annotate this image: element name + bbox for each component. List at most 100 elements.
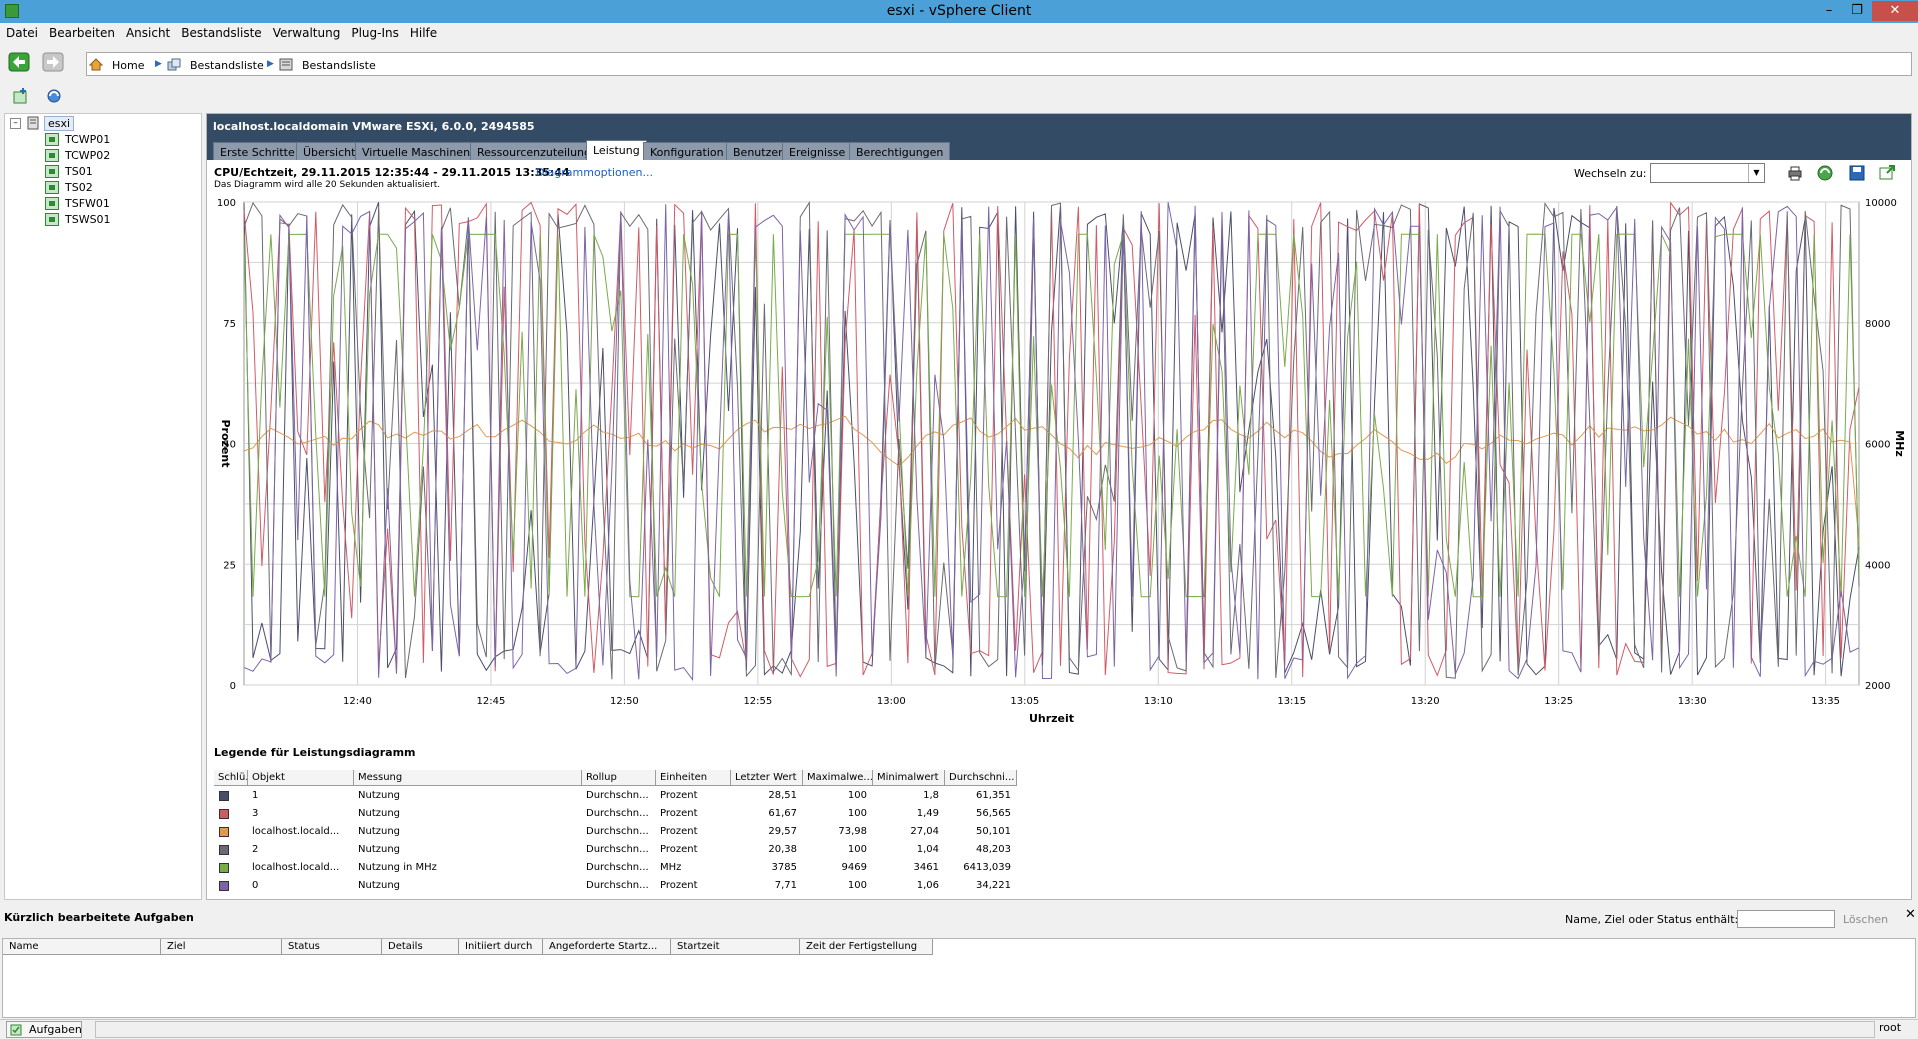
save-icon[interactable] (1848, 164, 1866, 182)
tree-vm-ts01[interactable]: TS01 (65, 165, 93, 178)
tasks-col-name[interactable]: Name (3, 939, 161, 955)
y2-tick-label: 6000 (1865, 440, 1890, 451)
menu-datei[interactable]: Datei (0, 23, 43, 40)
x-tick-label: 13:15 (1277, 696, 1306, 707)
legend-cell-unit: Prozent (660, 826, 698, 837)
print-icon[interactable] (1786, 164, 1804, 182)
legend-col-max[interactable]: Maximalwe... (803, 770, 873, 786)
chevron-down-icon: ▼ (1748, 164, 1764, 182)
menu-hilfe[interactable]: Hilfe (404, 23, 442, 40)
tree-vm-tsfw01[interactable]: TSFW01 (65, 197, 110, 210)
tasks-col-target[interactable]: Ziel (161, 939, 282, 955)
breadcrumb-current[interactable]: Bestandsliste (302, 59, 376, 72)
x-axis-label: Uhrzeit (1029, 712, 1074, 725)
legend-col-object[interactable]: Objekt (248, 770, 354, 786)
home-icon (89, 58, 103, 71)
tab-ereignisse[interactable]: Ereignisse (782, 142, 853, 160)
legend-cell-object: 3 (252, 808, 259, 819)
legend-cell-rollup: Durchschn... (586, 862, 649, 873)
tab-ressourcenzuteilung[interactable]: Ressourcenzuteilung (470, 142, 599, 160)
tab-konfiguration[interactable]: Konfiguration (643, 142, 731, 160)
menu-bearbeiten[interactable]: Bearbeiten (43, 23, 120, 40)
tree-collapse-toggle[interactable]: – (10, 118, 21, 129)
tab-benutzer[interactable]: Benutzer (726, 142, 790, 160)
breadcrumb-inventory[interactable]: Bestandsliste (190, 59, 264, 72)
clear-filter-button[interactable]: Löschen (1843, 913, 1888, 926)
legend-cell-unit: Prozent (660, 844, 698, 855)
tasks-button[interactable]: Aufgaben (6, 1021, 82, 1038)
forward-arrow-icon[interactable] (42, 52, 64, 72)
vm-icon (45, 197, 59, 210)
vm-icon (45, 165, 59, 178)
switch-to-select[interactable]: ▼ (1650, 163, 1765, 183)
tasks-col-requested-start[interactable]: Angeforderte Startz... (543, 939, 671, 955)
legend-col-avg[interactable]: Durchschni... (945, 770, 1017, 786)
legend-cell-max: 73,98 (838, 826, 867, 837)
legend-color-swatch (219, 881, 229, 891)
task-filter-label[interactable]: Name, Ziel oder Status enthält: ▾ (1565, 913, 1747, 926)
menu-ansicht[interactable]: Ansicht (120, 23, 175, 40)
menu-verwaltung[interactable]: Verwaltung (267, 23, 346, 40)
tasks-col-status[interactable]: Status (282, 939, 382, 955)
inventory-tree: – esxi TCWP01 TCWP02 TS01 TS02 TSFW01 TS… (4, 113, 202, 900)
legend-col-measure[interactable]: Messung (354, 770, 582, 786)
legend-cell-avg: 56,565 (976, 808, 1011, 819)
tasks-button-label: Aufgaben (29, 1023, 82, 1036)
tasks-col-completed[interactable]: Zeit der Fertigstellung (800, 939, 933, 955)
legend-cell-unit: MHz (660, 862, 682, 873)
maximize-button[interactable]: ❐ (1844, 1, 1870, 21)
legend-cell-rollup: Durchschn... (586, 790, 649, 801)
legend-cell-max: 100 (847, 808, 867, 819)
task-filter-input[interactable] (1737, 910, 1835, 928)
legend-color-swatch (219, 809, 229, 819)
host-title: localhost.localdomain VMware ESXi, 6.0.0… (213, 120, 535, 133)
legend-col-last[interactable]: Letzter Wert (731, 770, 803, 786)
menu-plugins[interactable]: Plug-Ins (345, 23, 404, 40)
tree-vm-ts02[interactable]: TS02 (65, 181, 93, 194)
legend-col-unit[interactable]: Einheiten (656, 770, 731, 786)
legend-col-rollup[interactable]: Rollup (582, 770, 656, 786)
refresh-chart-icon[interactable] (1816, 164, 1834, 182)
tab-berechtigungen[interactable]: Berechtigungen (849, 142, 951, 160)
breadcrumb-arrow-icon: ▶ (267, 59, 274, 69)
performance-chart: 0 25 50 75 100 2000 4000 6000 8000 10000 12:40 12:4… (210, 190, 1910, 730)
legend-col-key[interactable]: Schlü... (214, 770, 248, 786)
legend-col-min[interactable]: Minimalwert (873, 770, 945, 786)
popout-icon[interactable] (1878, 164, 1896, 182)
refresh-icon[interactable] (45, 87, 63, 105)
x-tick-label: 13:05 (1010, 696, 1039, 707)
minimize-button[interactable]: – (1816, 1, 1842, 21)
menu-bestandsliste[interactable]: Bestandsliste (175, 23, 266, 40)
back-arrow-icon[interactable] (8, 52, 30, 72)
legend-cell-rollup: Durchschn... (586, 844, 649, 855)
close-tasks-icon[interactable]: ✕ (1905, 907, 1916, 922)
y2-tick-label: 10000 (1865, 198, 1897, 209)
tree-vm-tcwp02[interactable]: TCWP02 (65, 149, 110, 162)
new-vm-icon[interactable] (12, 87, 30, 105)
close-button[interactable]: ✕ (1872, 1, 1918, 21)
vm-icon (45, 149, 59, 162)
tab-erste-schritte[interactable]: Erste Schritte (213, 142, 302, 160)
legend-cell-measure: Nutzung (358, 790, 401, 801)
tree-host-esxi[interactable]: esxi (44, 116, 75, 131)
tasks-col-details[interactable]: Details (382, 939, 459, 955)
switch-to-label: Wechseln zu: (1574, 167, 1647, 180)
breadcrumb-home[interactable]: Home (112, 59, 144, 72)
server-icon (27, 116, 39, 130)
y2-tick-label: 2000 (1865, 681, 1890, 692)
y2-axis-label: MHz (1893, 430, 1906, 457)
x-tick-label: 13:30 (1678, 696, 1707, 707)
tree-vm-tsws01[interactable]: TSWS01 (65, 213, 111, 226)
legend-cell-last: 7,71 (774, 880, 797, 891)
chart-svg: 025507510020004000600080001000012:40 12:4… (217, 198, 1906, 725)
tab-virtuelle-maschinen[interactable]: Virtuelle Maschinen (355, 142, 478, 160)
tasks-col-initiator[interactable]: Initiiert durch (459, 939, 543, 955)
tab-leistung[interactable]: Leistung (586, 140, 647, 160)
legend-cell-min: 3461 (913, 862, 939, 873)
chart-options-link[interactable]: Diagrammoptionen... (536, 166, 653, 179)
tab-uebersicht[interactable]: Übersicht (296, 142, 363, 160)
tasks-col-start[interactable]: Startzeit (671, 939, 800, 955)
legend-cell-measure: Nutzung (358, 808, 401, 819)
legend-cell-measure: Nutzung (358, 844, 401, 855)
tree-vm-tcwp01[interactable]: TCWP01 (65, 133, 110, 146)
